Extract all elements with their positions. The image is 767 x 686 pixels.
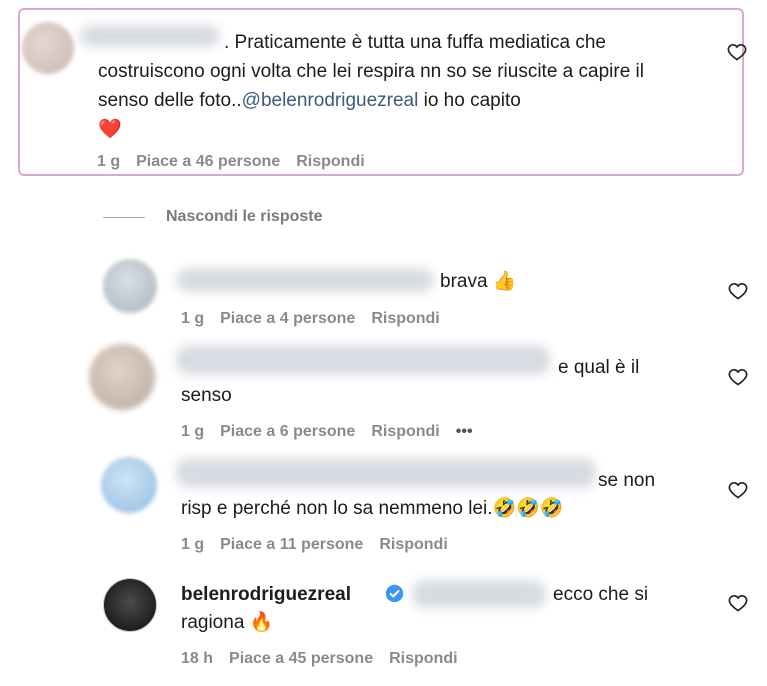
timestamp: 1 g	[181, 310, 205, 327]
avatar[interactable]	[103, 259, 157, 313]
thumbs-up-emoji: 👍	[492, 271, 517, 292]
thread-divider	[103, 217, 145, 218]
reply-text: ecco che si	[553, 584, 649, 605]
blurred-username	[176, 268, 434, 292]
avatar[interactable]	[103, 578, 157, 632]
likes-count[interactable]: Piace a 4 persone	[220, 310, 355, 327]
fire-emoji: 🔥	[249, 612, 274, 633]
heart-emoji: ❤️	[98, 119, 122, 140]
avatar[interactable]	[101, 457, 157, 513]
timestamp: 1 g	[97, 153, 121, 170]
reply-text: se non	[598, 470, 656, 491]
laughing-emoji: 🤣🤣🤣	[492, 498, 564, 519]
heart-icon[interactable]	[728, 367, 748, 387]
blurred-username	[412, 580, 546, 608]
reply-text: ragiona 🔥	[181, 612, 274, 633]
reply-text: e qual è il	[558, 357, 640, 378]
heart-icon[interactable]	[728, 281, 748, 301]
likes-count[interactable]: Piace a 46 persone	[136, 153, 280, 170]
reply-button[interactable]: Rispondi	[389, 650, 457, 667]
comment-text: . Praticamente è tutta una fuffa mediati…	[98, 32, 644, 140]
heart-icon[interactable]	[728, 593, 748, 613]
reply-meta: 18 h Piace a 45 persone Rispondi	[181, 650, 474, 668]
timestamp: 1 g	[181, 423, 205, 440]
reply-button[interactable]: Rispondi	[371, 423, 439, 440]
reply-button[interactable]: Rispondi	[379, 536, 447, 553]
blurred-username	[176, 345, 550, 375]
timestamp: 18 h	[181, 650, 214, 667]
reply-text: senso	[181, 385, 232, 406]
avatar[interactable]	[22, 22, 74, 74]
verified-badge-icon	[385, 584, 404, 603]
comment-meta: 1 g Piace a 46 persone Rispondi	[97, 153, 381, 171]
reply-meta: 1 g Piace a 6 persone Rispondi •••	[181, 423, 489, 441]
reply-text: brava 👍	[440, 271, 517, 292]
likes-count[interactable]: Piace a 11 persone	[220, 536, 363, 553]
reply-button[interactable]: Rispondi	[296, 153, 364, 170]
reply-meta: 1 g Piace a 4 persone Rispondi	[181, 310, 456, 328]
mention-link[interactable]: @belenrodriguezreal	[242, 90, 419, 111]
heart-icon[interactable]	[727, 42, 747, 62]
reply-meta: 1 g Piace a 11 persone Rispondi	[181, 536, 464, 554]
hide-replies-button[interactable]: Nascondi le risposte	[166, 208, 323, 226]
blurred-username	[176, 458, 596, 488]
more-icon[interactable]: •••	[456, 423, 473, 440]
timestamp: 1 g	[181, 536, 205, 553]
likes-count[interactable]: Piace a 45 persone	[229, 650, 373, 667]
avatar[interactable]	[89, 344, 155, 410]
username[interactable]: belenrodriguezreal	[181, 580, 351, 609]
reply-text: risp e perché non lo sa nemmeno lei.🤣🤣🤣	[181, 498, 564, 519]
heart-icon[interactable]	[728, 480, 748, 500]
likes-count[interactable]: Piace a 6 persone	[220, 423, 355, 440]
reply-button[interactable]: Rispondi	[371, 310, 439, 327]
